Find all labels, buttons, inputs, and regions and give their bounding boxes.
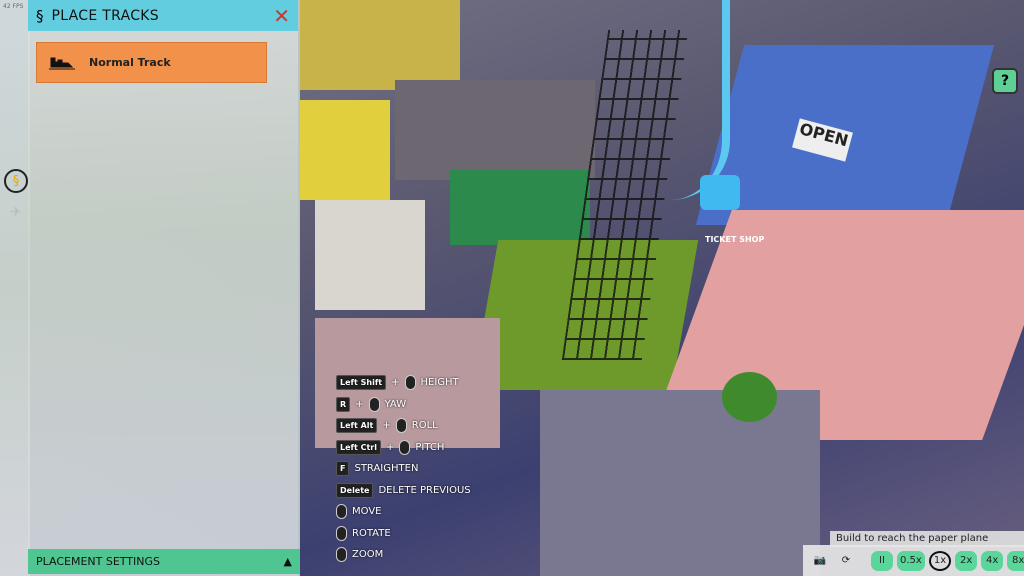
placement-settings-toggle[interactable]: PLACEMENT SETTINGS ▲	[28, 549, 300, 574]
key-cap: Delete	[336, 482, 374, 498]
mouse-icon	[336, 504, 347, 520]
control-label: STRAIGHTEN	[354, 463, 419, 475]
plaza	[540, 390, 820, 576]
controls-legend: Left Shift + HEIGHT R + YAW Left Alt + ROLL Left …	[336, 372, 471, 566]
speed-0.5x-button[interactable]: 0.5x	[897, 550, 925, 571]
help-button[interactable]: ?	[992, 68, 1018, 94]
speed-toolbar: 📷 ⟳ II 0.5x 1x 2x 4x 8x	[803, 545, 1024, 576]
control-row: R + YAW	[336, 394, 471, 416]
key-cap: Left Ctrl	[336, 439, 381, 455]
mouse-icon	[404, 375, 416, 391]
speed-8x-button[interactable]: 8x	[1007, 550, 1024, 571]
mouse-icon	[399, 439, 411, 455]
control-row: F STRAIGHTEN	[336, 458, 471, 480]
building	[315, 200, 425, 310]
coaster-track-icon[interactable]: §	[4, 169, 28, 193]
left-toolbar: 42 FPS § ✈	[0, 0, 30, 576]
building	[300, 0, 460, 90]
control-label: MOVE	[352, 506, 382, 518]
coaster-icon: §	[36, 6, 44, 25]
control-label: YAW	[384, 398, 407, 410]
camera-icon[interactable]: 📷	[809, 551, 831, 571]
control-label: DELETE PREVIOUS	[378, 484, 471, 496]
close-icon[interactable]: ✕	[273, 4, 290, 28]
coaster-car-icon	[49, 57, 75, 69]
control-row: Left Ctrl + PITCH	[336, 437, 471, 459]
control-row: ZOOM	[336, 544, 471, 566]
key-cap: Left Shift	[336, 375, 387, 391]
plus-sign: +	[391, 377, 400, 389]
control-label: ROLL	[411, 420, 438, 432]
pause-button[interactable]: II	[871, 550, 893, 571]
coaster-track-end	[700, 175, 740, 210]
track-option-label: Normal Track	[89, 56, 171, 69]
panel-title: PLACE TRACKS	[51, 7, 159, 24]
paper-plane-icon[interactable]: ✈	[4, 200, 28, 224]
mouse-icon	[336, 525, 347, 541]
speed-1x-button[interactable]: 1x	[928, 550, 952, 571]
speed-4x-button[interactable]: 4x	[981, 550, 1004, 571]
panel-header: § PLACE TRACKS ✕	[28, 0, 298, 31]
speed-2x-button[interactable]: 2x	[955, 550, 978, 571]
ticket-shop-sign: TICKET SHOP	[705, 235, 765, 244]
control-row: Delete DELETE PREVIOUS	[336, 480, 471, 502]
control-label: PITCH	[415, 441, 445, 453]
control-label: ROTATE	[352, 527, 391, 539]
control-label: ZOOM	[352, 549, 384, 561]
mouse-icon	[395, 418, 407, 434]
control-label: HEIGHT	[420, 377, 459, 389]
rotate-camera-icon[interactable]: ⟳	[835, 551, 857, 571]
tree	[722, 372, 777, 422]
plaza	[395, 80, 595, 180]
plus-sign: +	[382, 420, 391, 432]
mouse-icon	[368, 396, 380, 412]
control-row: Left Shift + HEIGHT	[336, 372, 471, 394]
plus-sign: +	[355, 398, 364, 410]
placement-settings-label: PLACEMENT SETTINGS	[36, 555, 161, 568]
fps-counter: 42 FPS	[3, 3, 24, 10]
control-row: ROTATE	[336, 523, 471, 545]
key-cap: Left Alt	[336, 418, 378, 434]
mouse-icon	[336, 547, 347, 563]
triangle-up-icon: ▲	[283, 555, 292, 568]
key-cap: F	[336, 461, 350, 477]
plus-sign: +	[386, 441, 395, 453]
building	[300, 100, 390, 200]
control-row: Left Alt + ROLL	[336, 415, 471, 437]
basketball-court	[450, 170, 590, 245]
key-cap: R	[336, 396, 351, 412]
coaster-track	[630, 0, 730, 200]
normal-track-option[interactable]: Normal Track	[36, 42, 267, 83]
control-row: MOVE	[336, 501, 471, 523]
place-tracks-panel: § PLACE TRACKS ✕ Normal Track PLACEMENT …	[28, 0, 300, 576]
